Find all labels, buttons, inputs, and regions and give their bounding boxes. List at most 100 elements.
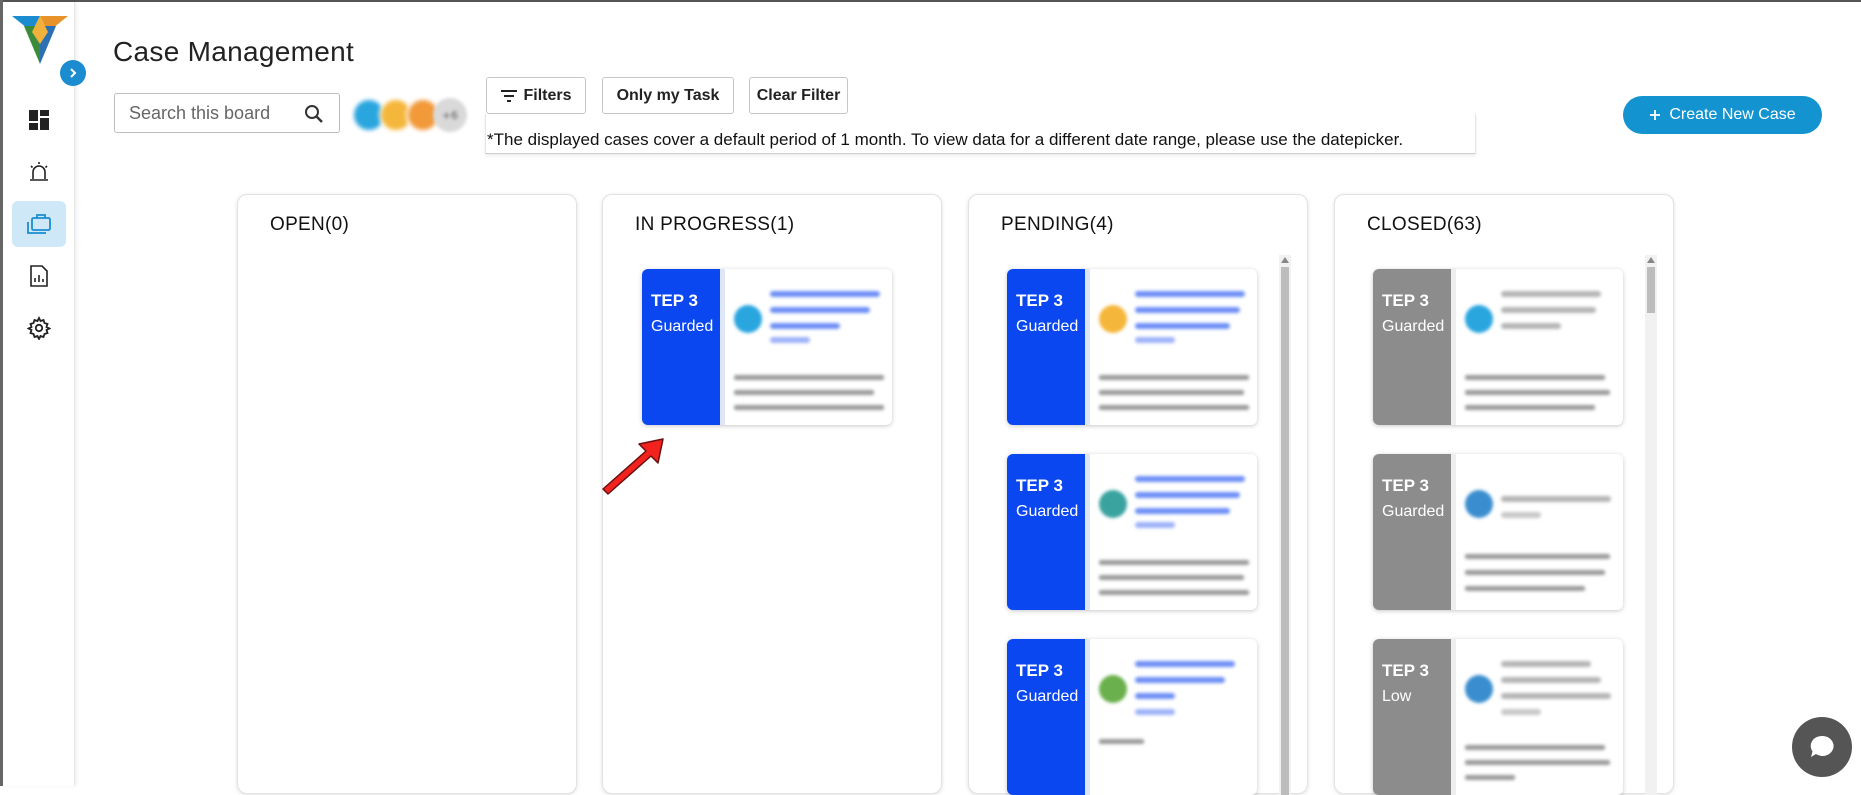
chevron-right-icon <box>70 68 77 78</box>
case-card-details <box>1093 454 1257 610</box>
case-link-line <box>1135 661 1235 667</box>
column-open: OPEN(0) <box>237 194 577 794</box>
case-id-line <box>770 337 810 343</box>
case-link-line <box>1501 496 1611 502</box>
only-my-task-button[interactable]: Only my Task <box>602 77 734 114</box>
column-scrollbar[interactable] <box>1645 255 1657 795</box>
search-input[interactable] <box>127 101 301 125</box>
case-description-line <box>1099 739 1144 744</box>
avatar <box>1465 305 1493 333</box>
case-link-line <box>1501 323 1561 329</box>
sidebar-item-reports[interactable] <box>12 253 66 299</box>
case-id-line <box>1135 337 1175 343</box>
case-card[interactable]: TEP 3 Guarded <box>1007 639 1257 795</box>
case-link-line <box>1501 291 1601 297</box>
case-description-line <box>1465 554 1610 559</box>
filters-button[interactable]: Filters <box>486 77 586 114</box>
report-icon <box>30 265 48 287</box>
scrollbar-thumb[interactable] <box>1281 267 1289 795</box>
card-divider <box>1085 454 1090 610</box>
avatar <box>1099 305 1127 333</box>
case-link-line <box>1135 307 1240 313</box>
column-pending: PENDING(4) TEP 3 Guarded TEP 3 Guarded T… <box>968 194 1308 795</box>
dashboard-icon <box>29 110 49 130</box>
sidebar-item-settings[interactable] <box>12 305 66 351</box>
case-link-line <box>770 291 880 297</box>
case-card-band: TEP 3 Guarded <box>1373 269 1451 425</box>
case-card-band: TEP 3 Guarded <box>1373 454 1451 610</box>
sidebar-item-dashboard[interactable] <box>12 97 66 143</box>
case-id-line <box>1501 512 1541 518</box>
case-card-details <box>1093 639 1257 795</box>
search-field[interactable] <box>114 93 340 133</box>
case-card[interactable]: TEP 3 Guarded <box>1373 454 1623 610</box>
case-card-band: TEP 3 Low <box>1373 639 1451 795</box>
avatar-more-count[interactable]: +6 <box>433 98 467 132</box>
scroll-up-arrow-icon[interactable] <box>1281 257 1289 263</box>
case-card-details <box>1459 454 1623 610</box>
sidebar-item-alerts[interactable] <box>12 149 66 195</box>
annotation-arrow-icon <box>602 438 664 495</box>
case-link-line <box>770 307 870 313</box>
sidebar-item-cases[interactable] <box>12 201 66 247</box>
avatar <box>734 305 762 333</box>
sidebar-collapse-button[interactable] <box>60 60 86 86</box>
case-description-line <box>1465 405 1595 410</box>
case-level: Guarded <box>1382 318 1445 335</box>
create-new-case-label: Create New Case <box>1669 106 1796 123</box>
case-card-band: TEP 3 Guarded <box>1007 639 1085 795</box>
card-divider <box>1451 639 1456 795</box>
column-title: PENDING(4) <box>1001 214 1114 235</box>
case-link-line <box>1501 693 1611 699</box>
scroll-up-arrow-icon[interactable] <box>1647 257 1655 263</box>
case-card[interactable]: TEP 3 Guarded <box>1007 269 1257 425</box>
case-card-band: TEP 3 Guarded <box>1007 454 1085 610</box>
case-card[interactable]: TEP 3 Guarded <box>1007 454 1257 610</box>
case-description-line <box>1099 590 1249 595</box>
case-card[interactable]: TEP 3 Guarded <box>642 269 892 425</box>
case-tep: TEP 3 <box>1382 476 1429 495</box>
case-description-line <box>1465 390 1610 395</box>
date-range-notice: *The displayed cases cover a default per… <box>485 114 1476 154</box>
case-card-details <box>1093 269 1257 425</box>
create-new-case-button[interactable]: Create New Case <box>1623 96 1822 134</box>
case-link-line <box>1501 661 1591 667</box>
avatar <box>1465 490 1493 518</box>
gear-icon <box>27 316 51 340</box>
case-card[interactable]: TEP 3 Guarded <box>1373 269 1623 425</box>
case-link-line <box>1135 323 1230 329</box>
case-description-line <box>1099 390 1244 395</box>
clear-filter-button[interactable]: Clear Filter <box>749 77 848 114</box>
case-link-line <box>1501 677 1601 683</box>
chat-support-button[interactable] <box>1792 717 1852 777</box>
case-tep: TEP 3 <box>651 291 698 310</box>
alarm-icon <box>30 162 48 181</box>
card-divider <box>1085 269 1090 425</box>
case-description-line <box>1465 375 1605 380</box>
case-description-line <box>1465 745 1605 750</box>
case-description-line <box>1099 575 1244 580</box>
column-scrollbar[interactable] <box>1279 255 1291 795</box>
case-link-line <box>1501 307 1596 313</box>
filter-icon <box>501 89 518 102</box>
search-icon[interactable] <box>303 103 325 125</box>
assignee-avatars[interactable]: +6 <box>352 98 472 132</box>
case-card[interactable]: TEP 3 Low <box>1373 639 1623 795</box>
case-link-line <box>1135 693 1175 699</box>
avatar <box>1465 675 1493 703</box>
column-title: OPEN(0) <box>270 214 350 235</box>
case-tep: TEP 3 <box>1016 476 1063 495</box>
sidebar <box>3 2 75 786</box>
case-card-details <box>728 269 892 425</box>
briefcase-icon <box>27 214 51 234</box>
case-description-line <box>1099 375 1249 380</box>
app-logo[interactable] <box>10 14 70 66</box>
case-description-line <box>1465 775 1515 780</box>
scrollbar-thumb[interactable] <box>1647 267 1655 313</box>
chat-bubble-icon <box>1810 735 1834 757</box>
filters-label: Filters <box>523 86 572 104</box>
case-level: Guarded <box>1016 688 1079 705</box>
column-title: CLOSED(63) <box>1367 214 1482 235</box>
card-divider <box>1451 269 1456 425</box>
avatar <box>1099 675 1127 703</box>
